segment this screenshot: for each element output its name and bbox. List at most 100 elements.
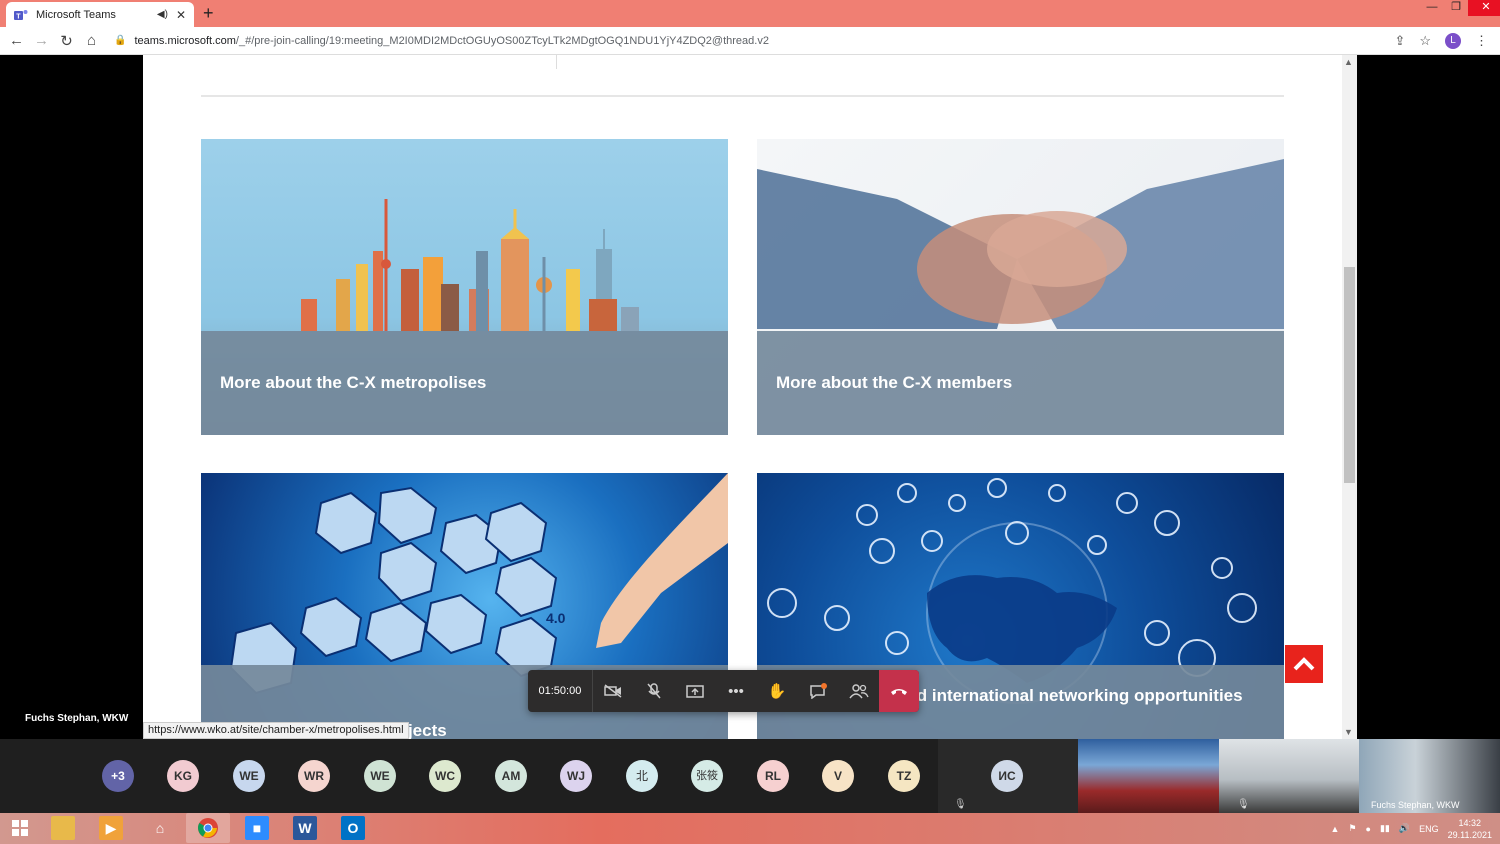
close-tab-icon[interactable]: ✕ (176, 8, 186, 22)
meeting-timer: 01:50:00 (528, 670, 593, 712)
video-tile-name: Fuchs Stephan, WKW (1371, 800, 1460, 810)
word-icon[interactable]: W (293, 816, 317, 840)
card-members[interactable]: More about the C-X members (757, 139, 1284, 435)
raise-hand-button[interactable]: ✋ (756, 670, 797, 712)
participant-overflow[interactable]: +3 (102, 760, 134, 792)
volume-icon[interactable]: 🔊 (1399, 823, 1410, 834)
restore-icon[interactable]: ❐ (1444, 0, 1468, 16)
presenter-name: Fuchs Stephan, WKW (25, 713, 129, 724)
participant-tile[interactable]: ИС 🎙 (938, 739, 1078, 813)
windows-start-icon[interactable] (8, 816, 32, 840)
more-actions-button[interactable]: ••• (716, 670, 757, 712)
media-player-icon[interactable]: ▶ (99, 816, 123, 840)
mic-off-icon (647, 683, 661, 699)
back-to-top-button[interactable] (1285, 645, 1323, 683)
outlook-icon[interactable]: O (341, 816, 365, 840)
antivirus-icon[interactable]: ● (1366, 824, 1371, 834)
video-tile-office[interactable]: 🎙 (1219, 739, 1359, 813)
scroll-up-icon[interactable]: ▲ (1344, 57, 1353, 67)
divider (201, 95, 1284, 97)
participant-avatar[interactable]: 北 (626, 760, 658, 792)
mic-muted-button[interactable] (634, 670, 675, 712)
browser-tab[interactable]: T Microsoft Teams ◀) ✕ (6, 2, 194, 27)
participant-avatar[interactable]: WJ (560, 760, 592, 792)
video-tile-conference-room[interactable] (1078, 739, 1219, 813)
share-screen-button[interactable] (675, 670, 716, 712)
url-path: /_#/pre-join-calling/19:meeting_M2I0MDI2… (235, 34, 769, 47)
windows-logo-icon (12, 820, 28, 836)
mic-off-icon: 🎙 (954, 799, 967, 810)
home-icon[interactable]: ⌂ (79, 32, 104, 49)
flag-icon[interactable]: ⚑ (1348, 823, 1356, 834)
participant-avatar[interactable]: KG (167, 760, 199, 792)
more-icon: ••• (728, 682, 744, 700)
system-tray: ▲ ⚑ ● ▮▮ 🔊 ENG 14:32 29.11.2021 (1331, 813, 1492, 844)
clock-date: 29.11.2021 (1447, 829, 1492, 840)
participant-avatar[interactable]: RL (757, 760, 789, 792)
participant-avatar[interactable]: WR (298, 760, 330, 792)
mic-off-icon: 🎙 (1237, 799, 1250, 810)
page-scrollbar[interactable]: ▲ ▼ (1342, 55, 1357, 739)
card-caption: More about the C-X metropolises (201, 331, 728, 435)
reload-icon[interactable]: ↻ (54, 32, 79, 50)
hand-icon: ✋ (767, 683, 787, 700)
home-folder-icon[interactable]: ⌂ (148, 816, 172, 840)
scroll-down-icon[interactable]: ▼ (1344, 727, 1353, 737)
svg-text:T: T (16, 13, 21, 20)
tab-title: Microsoft Teams (36, 8, 116, 21)
chevron-up-icon (1293, 657, 1315, 671)
minimize-icon[interactable]: — (1420, 0, 1444, 16)
file-explorer-icon[interactable] (51, 816, 75, 840)
profile-avatar[interactable]: L (1445, 32, 1461, 49)
svg-text:4.0: 4.0 (546, 610, 566, 626)
video-tile-speaker[interactable]: Fuchs Stephan, WKW (1359, 739, 1500, 813)
participant-avatar[interactable]: AM (495, 760, 527, 792)
link-status-tooltip: https://www.wko.at/site/chamber-x/metrop… (143, 722, 409, 739)
url-field[interactable]: 🔒 teams.microsoft.com/_#/pre-join-callin… (114, 35, 1394, 47)
share-icon[interactable]: ⇪ (1394, 33, 1405, 49)
back-icon[interactable]: ← (4, 32, 29, 49)
clock-time: 14:32 (1458, 817, 1482, 828)
url-host: teams.microsoft.com (134, 34, 236, 47)
participant-avatar[interactable]: WE (233, 760, 265, 792)
card-caption: More about the C-X members (757, 331, 1284, 435)
participant-avatar[interactable]: TZ (888, 760, 920, 792)
participants-button[interactable] (838, 670, 879, 712)
participant-avatar[interactable]: V (822, 760, 854, 792)
browser-titlebar: T Microsoft Teams ◀) ✕ + — ❐ ✕ (0, 0, 1500, 27)
tray-expand-icon[interactable]: ▲ (1331, 824, 1340, 834)
chat-button[interactable] (797, 670, 838, 712)
camera-off-icon (604, 684, 622, 698)
hang-up-icon (891, 689, 908, 695)
window-close-icon[interactable]: ✕ (1468, 0, 1500, 16)
new-tab-icon[interactable]: + (203, 3, 214, 24)
menu-kebab-icon[interactable]: ⋮ (1475, 33, 1488, 49)
lock-icon: 🔒 (114, 35, 127, 46)
forward-icon[interactable]: → (29, 32, 54, 49)
divider (556, 55, 557, 69)
participant-avatar[interactable]: WE (364, 760, 396, 792)
camera-off-button[interactable] (593, 670, 634, 712)
chat-icon (809, 683, 827, 699)
chrome-icon (198, 818, 218, 838)
screen-share-border-right (1357, 55, 1500, 739)
bookmark-star-icon[interactable]: ☆ (1419, 33, 1431, 49)
window-controls: — ❐ ✕ (1420, 0, 1500, 16)
card-metropolises[interactable]: More about the C-X metropolises (201, 139, 728, 435)
zoom-icon[interactable]: ■ (245, 816, 269, 840)
system-clock[interactable]: 14:32 29.11.2021 (1448, 817, 1492, 841)
windows-taskbar: ▶ ⌂ ■ W O ▲ ⚑ ● ▮▮ 🔊 ENG 14:32 29.11.202… (0, 813, 1500, 844)
scrollbar-thumb[interactable] (1344, 267, 1355, 483)
participant-avatar[interactable]: WC (429, 760, 461, 792)
mute-tab-icon[interactable]: ◀) (157, 9, 168, 20)
participant-avatar[interactable]: 张筱 (691, 760, 723, 792)
network-icon[interactable]: ▮▮ (1380, 823, 1390, 834)
shared-page-viewport: More about the C-X metropolises More abo… (143, 55, 1357, 739)
share-screen-icon (686, 685, 704, 698)
language-indicator[interactable]: ENG (1419, 824, 1439, 834)
leave-call-button[interactable] (879, 670, 919, 712)
participant-strip: +3 KG WE WR WE WC AM WJ 北 张筱 RL V TZ ИС … (0, 739, 1078, 813)
screen-share-border-left (0, 55, 143, 739)
chrome-taskbar-button[interactable] (186, 813, 230, 843)
participant-avatar: ИС (991, 760, 1023, 792)
